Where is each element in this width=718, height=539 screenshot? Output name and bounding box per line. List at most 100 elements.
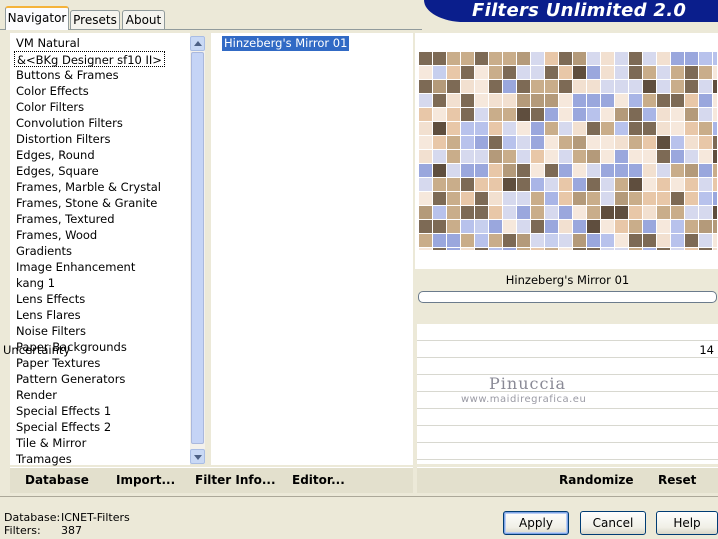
scroll-thumb[interactable]	[191, 52, 204, 444]
mosaic-tile	[699, 52, 712, 65]
category-item[interactable]: Frames, Textured	[16, 211, 115, 227]
mosaic-tile	[629, 192, 642, 205]
mosaic-tile	[545, 108, 558, 121]
category-item[interactable]: Noise Filters	[16, 323, 86, 339]
category-item[interactable]: Image Enhancement	[16, 259, 135, 275]
mosaic-tile	[447, 94, 460, 107]
category-item[interactable]: Frames, Stone & Granite	[16, 195, 157, 211]
mosaic-tile	[433, 80, 446, 93]
mosaic-tile	[503, 178, 516, 191]
mosaic-tile	[433, 108, 446, 121]
category-item[interactable]: Special Effects 1	[16, 403, 111, 419]
tab-about[interactable]: About	[122, 10, 165, 30]
mosaic-tile	[573, 150, 586, 163]
mosaic-tile	[643, 80, 656, 93]
mosaic-tile	[517, 206, 530, 219]
category-item[interactable]: Lens Flares	[16, 307, 81, 323]
editor-button[interactable]: Editor...	[292, 473, 345, 487]
status-divider	[0, 496, 718, 497]
mosaic-tile	[629, 150, 642, 163]
category-item[interactable]: Frames, Wood	[16, 227, 97, 243]
category-item[interactable]: Lens Effects	[16, 291, 85, 307]
mosaic-tile	[433, 164, 446, 177]
category-item[interactable]: Tramages	[16, 451, 72, 467]
mosaic-tile	[517, 150, 530, 163]
mosaic-tile	[419, 164, 432, 177]
category-item[interactable]: Convolution Filters	[16, 115, 123, 131]
category-item[interactable]: Render	[16, 387, 57, 403]
category-item[interactable]: Frames, Marble & Crystal	[16, 179, 161, 195]
mosaic-tile	[559, 136, 572, 149]
mosaic-tile	[713, 248, 717, 250]
tab-navigator[interactable]: Navigator	[5, 6, 69, 30]
category-item[interactable]: Gradients	[16, 243, 72, 259]
mosaic-tile	[475, 220, 488, 233]
category-item[interactable]: &<BKg Designer sf10 II>	[14, 51, 165, 67]
apply-button[interactable]: Apply	[503, 511, 569, 535]
category-item[interactable]: Buttons & Frames	[16, 67, 119, 83]
mosaic-tile	[475, 164, 488, 177]
mosaic-tile	[447, 206, 460, 219]
mosaic-tile	[447, 164, 460, 177]
preview-image	[419, 52, 717, 250]
filter-item-selected[interactable]: Hinzeberg's Mirror 01	[222, 36, 350, 51]
param-row[interactable]	[417, 341, 718, 358]
mosaic-tile	[489, 122, 502, 135]
mosaic-tile	[657, 94, 670, 107]
scroll-up-button[interactable]	[190, 36, 205, 51]
mosaic-tile	[433, 94, 446, 107]
category-item[interactable]: Color Filters	[16, 99, 84, 115]
param-value-uncertainty[interactable]: 14	[699, 343, 714, 357]
mosaic-tile	[475, 108, 488, 121]
category-item[interactable]: Color Effects	[16, 83, 89, 99]
mosaic-tile	[615, 150, 628, 163]
mosaic-tile	[475, 178, 488, 191]
mosaic-tile	[713, 52, 717, 65]
mosaic-tile	[447, 234, 460, 247]
mosaic-tile	[657, 192, 670, 205]
mosaic-tile	[601, 234, 614, 247]
mosaic-tile	[447, 136, 460, 149]
category-item[interactable]: Edges, Square	[16, 163, 99, 179]
mosaic-tile	[699, 234, 712, 247]
category-item[interactable]: Edges, Round	[16, 147, 95, 163]
import-button[interactable]: Import...	[116, 473, 175, 487]
mosaic-tile	[531, 248, 544, 250]
mosaic-tile	[601, 220, 614, 233]
category-item[interactable]: Pattern Generators	[16, 371, 125, 387]
mosaic-tile	[531, 192, 544, 205]
mosaic-tile	[419, 206, 432, 219]
mosaic-tile	[545, 122, 558, 135]
category-item[interactable]: Special Effects 2	[16, 419, 111, 435]
filter-list[interactable]: Hinzeberg's Mirror 01	[211, 33, 413, 465]
reset-button[interactable]: Reset	[658, 473, 696, 487]
mosaic-tile	[713, 80, 717, 93]
category-list[interactable]: VM Natural &<BKg Designer sf10 II> Buttons…	[10, 33, 190, 467]
mosaic-tile	[489, 178, 502, 191]
category-item[interactable]: VM Natural	[16, 35, 80, 51]
mosaic-tile	[419, 108, 432, 121]
mosaic-tile	[601, 178, 614, 191]
category-item[interactable]: Paper Textures	[16, 355, 100, 371]
category-scrollbar[interactable]	[190, 36, 205, 464]
mosaic-tile	[419, 122, 432, 135]
param-row	[417, 324, 718, 341]
randomize-button[interactable]: Randomize	[559, 473, 633, 487]
watermark-url: www.maidiregrafica.eu	[461, 394, 587, 405]
mosaic-tile	[545, 206, 558, 219]
mosaic-tile	[573, 206, 586, 219]
mosaic-tile	[615, 52, 628, 65]
category-item[interactable]: Distortion Filters	[16, 131, 110, 147]
scroll-down-button[interactable]	[190, 449, 205, 464]
cancel-button[interactable]: Cancel	[580, 511, 646, 535]
mosaic-tile	[587, 80, 600, 93]
mosaic-tile	[461, 206, 474, 219]
filter-info-button[interactable]: Filter Info...	[195, 473, 276, 487]
tab-presets[interactable]: Presets	[70, 10, 120, 30]
category-item[interactable]: kang 1	[16, 275, 55, 291]
help-button[interactable]: Help	[656, 511, 718, 535]
database-button[interactable]: Database	[25, 473, 89, 487]
mosaic-tile	[615, 108, 628, 121]
mosaic-tile	[559, 94, 572, 107]
category-item[interactable]: Tile & Mirror	[16, 435, 86, 451]
